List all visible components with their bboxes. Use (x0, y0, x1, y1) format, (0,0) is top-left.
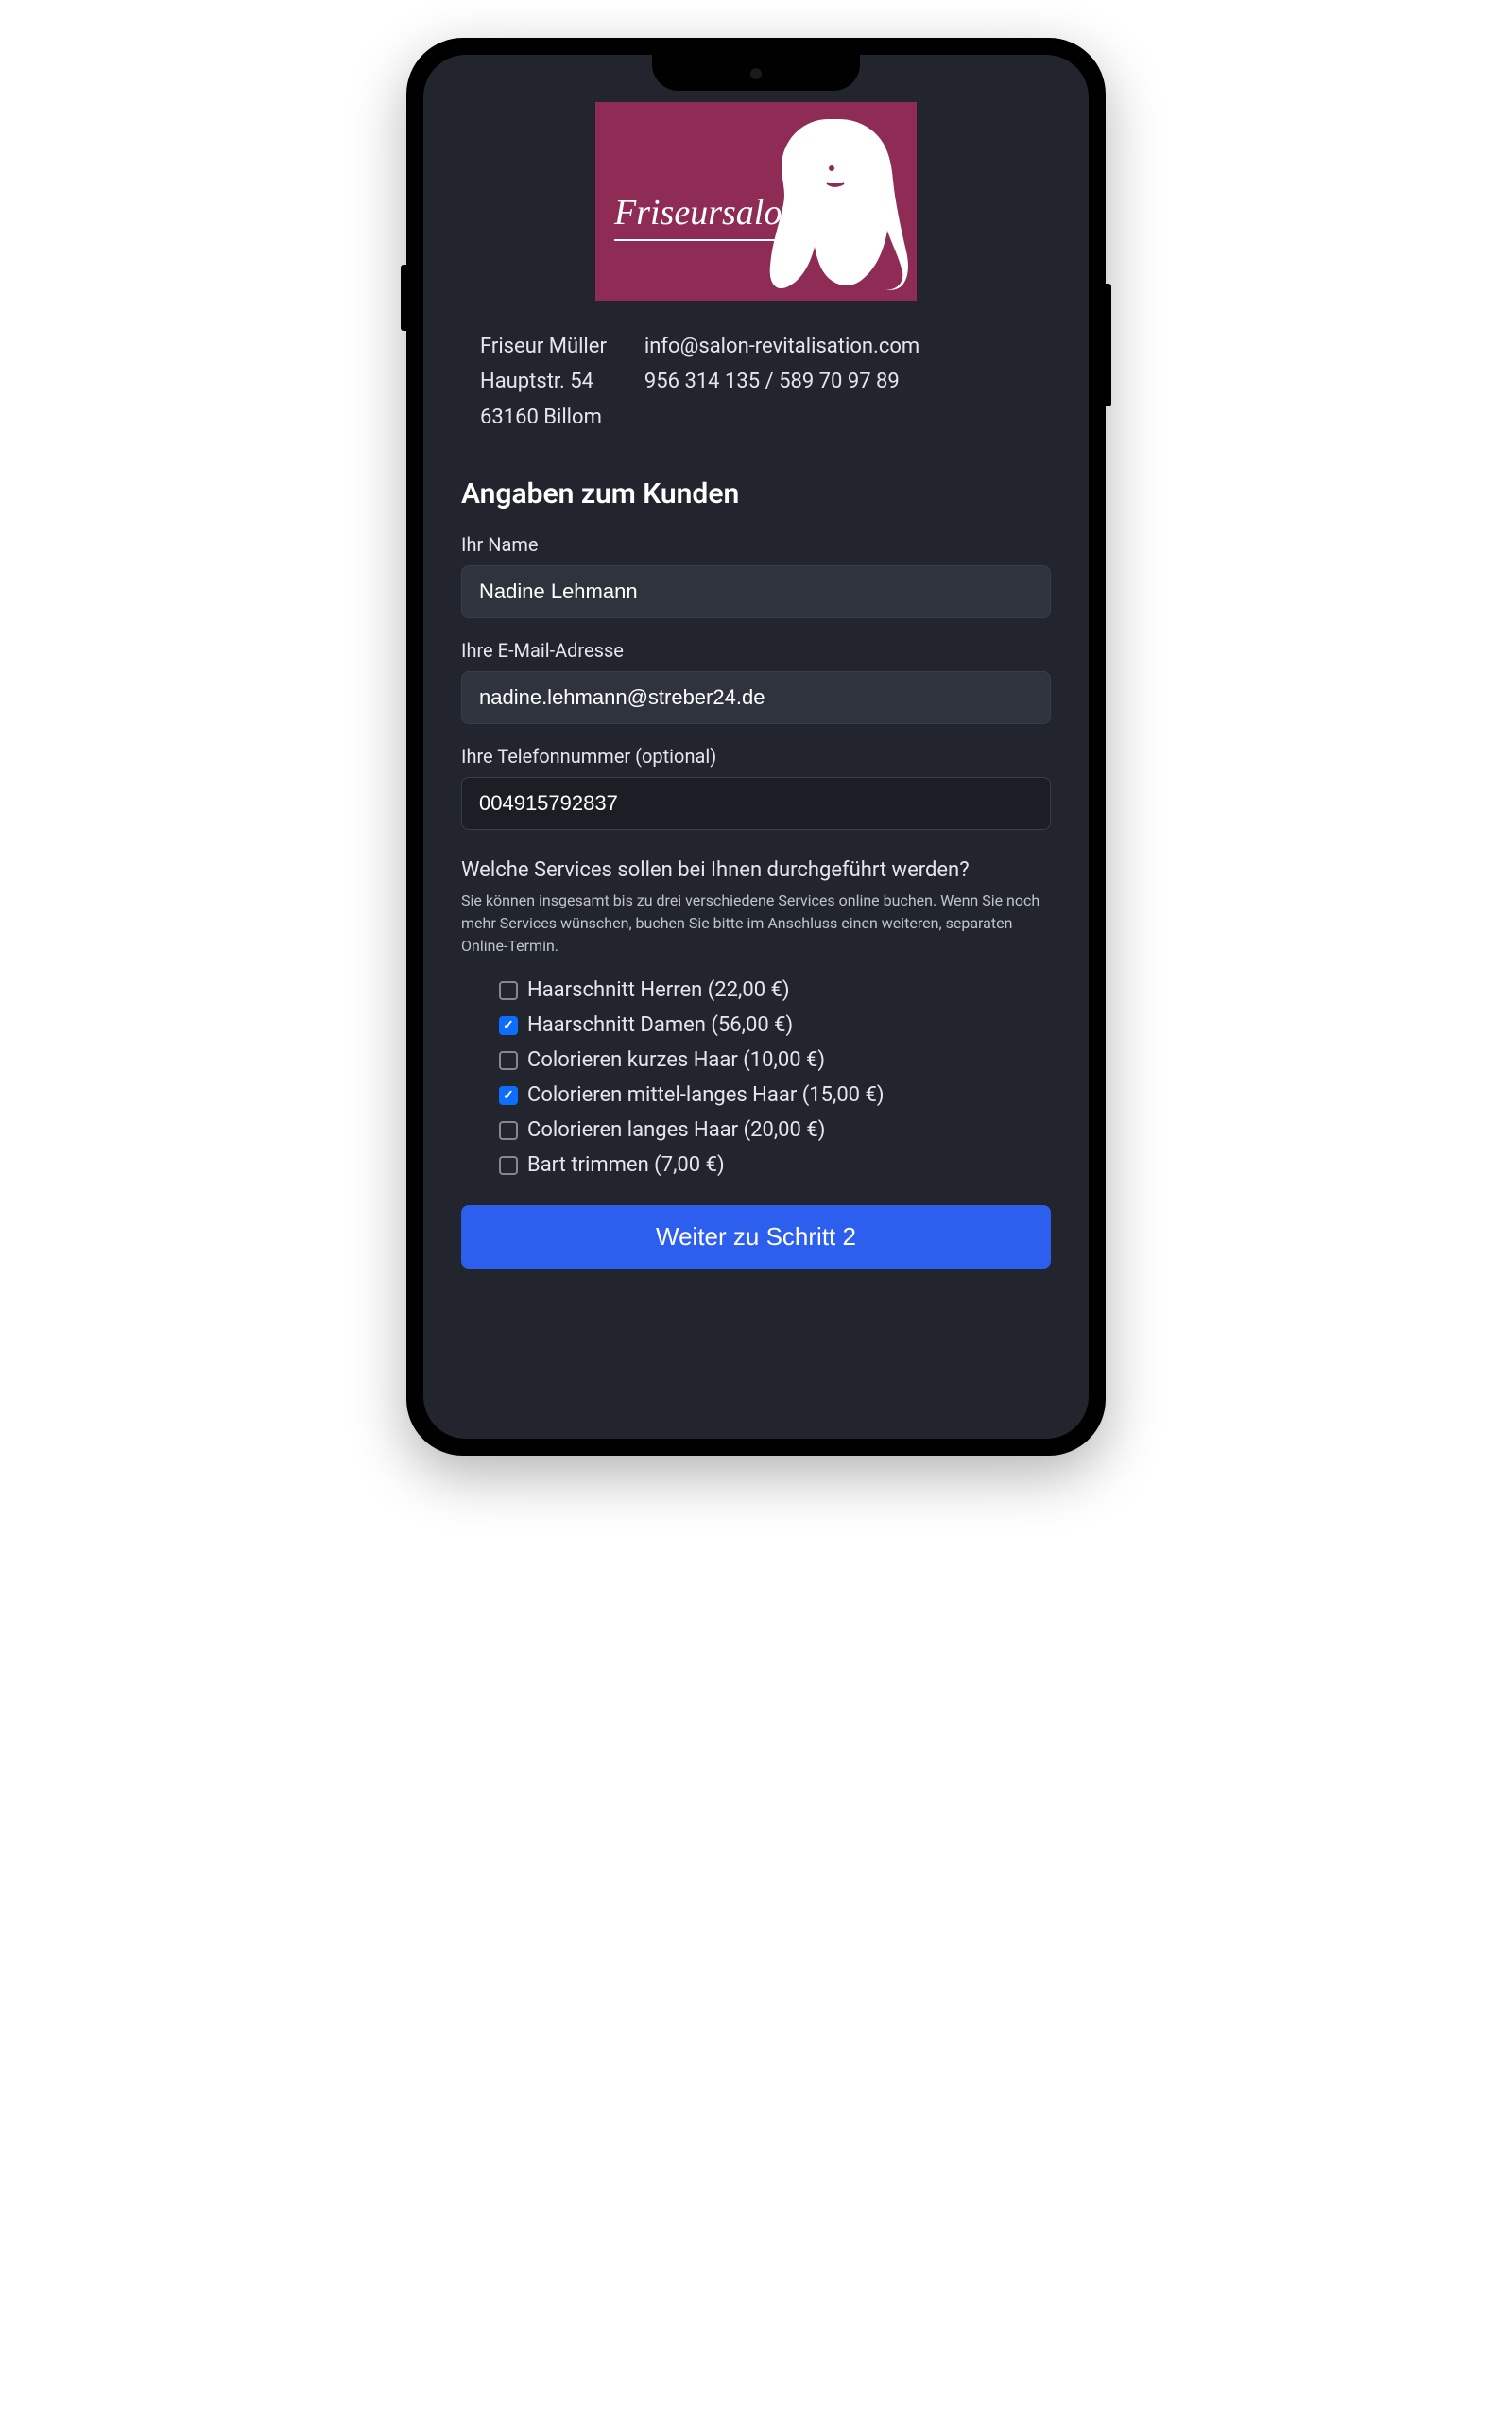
service-item[interactable]: Colorieren langes Haar (20,00 €) (499, 1118, 1051, 1142)
phone-frame: Friseursalon Friseur Müller Hauptstr. 54… (406, 38, 1106, 1456)
woman-hair-icon (763, 110, 909, 294)
email-label: Ihre E-Mail-Adresse (461, 639, 1051, 662)
name-input[interactable] (461, 565, 1051, 618)
phone-label: Ihre Telefonnummer (optional) (461, 745, 1051, 768)
phone-body: Friseursalon Friseur Müller Hauptstr. 54… (406, 38, 1106, 1456)
salon-address: Friseur Müller Hauptstr. 54 63160 Billom (480, 329, 607, 435)
service-checkbox[interactable] (499, 1121, 518, 1140)
service-label: Colorieren langes Haar (20,00 €) (527, 1118, 825, 1142)
service-checkbox[interactable] (499, 1156, 518, 1175)
service-label: Bart trimmen (7,00 €) (527, 1153, 725, 1177)
salon-city: 63160 Billom (480, 400, 607, 435)
email-input[interactable] (461, 671, 1051, 724)
power-button (1106, 284, 1111, 406)
service-label: Colorieren kurzes Haar (10,00 €) (527, 1048, 825, 1072)
services-hint: Sie können insgesamt bis zu drei verschi… (461, 889, 1051, 958)
service-checkbox[interactable] (499, 1051, 518, 1070)
service-item[interactable]: Haarschnitt Damen (56,00 €) (499, 1013, 1051, 1037)
phone-notch (652, 55, 860, 91)
salon-street: Hauptstr. 54 (480, 364, 607, 399)
app-content: Friseursalon Friseur Müller Hauptstr. 54… (423, 55, 1089, 1439)
service-item[interactable]: Haarschnitt Herren (22,00 €) (499, 978, 1051, 1002)
service-label: Haarschnitt Herren (22,00 €) (527, 978, 790, 1002)
salon-logo: Friseursalon (595, 102, 917, 301)
service-item[interactable]: Colorieren kurzes Haar (10,00 €) (499, 1048, 1051, 1072)
service-item[interactable]: Bart trimmen (7,00 €) (499, 1153, 1051, 1177)
continue-button[interactable]: Weiter zu Schritt 2 (461, 1205, 1051, 1269)
salon-name: Friseur Müller (480, 329, 607, 364)
salon-contact-block: Friseur Müller Hauptstr. 54 63160 Billom… (461, 329, 1051, 477)
salon-phones: 956 314 135 / 589 70 97 89 (644, 364, 1032, 399)
service-checkbox[interactable] (499, 1086, 518, 1105)
phone-screen: Friseursalon Friseur Müller Hauptstr. 54… (423, 55, 1089, 1439)
service-item[interactable]: Colorieren mittel-langes Haar (15,00 €) (499, 1083, 1051, 1107)
service-checkbox[interactable] (499, 981, 518, 1000)
service-label: Colorieren mittel-langes Haar (15,00 €) (527, 1083, 885, 1107)
service-list: Haarschnitt Herren (22,00 €) Haarschnitt … (461, 978, 1051, 1177)
section-title: Angaben zum Kunden (461, 477, 1051, 510)
phone-input[interactable] (461, 777, 1051, 830)
name-label: Ihr Name (461, 533, 1051, 556)
services-question: Welche Services sollen bei Ihnen durchge… (461, 858, 1051, 882)
service-checkbox[interactable] (499, 1016, 518, 1035)
salon-contact: info@salon-revitalisation.com 956 314 13… (644, 329, 1032, 435)
service-label: Haarschnitt Damen (56,00 €) (527, 1013, 793, 1037)
salon-email: info@salon-revitalisation.com (644, 329, 1032, 364)
